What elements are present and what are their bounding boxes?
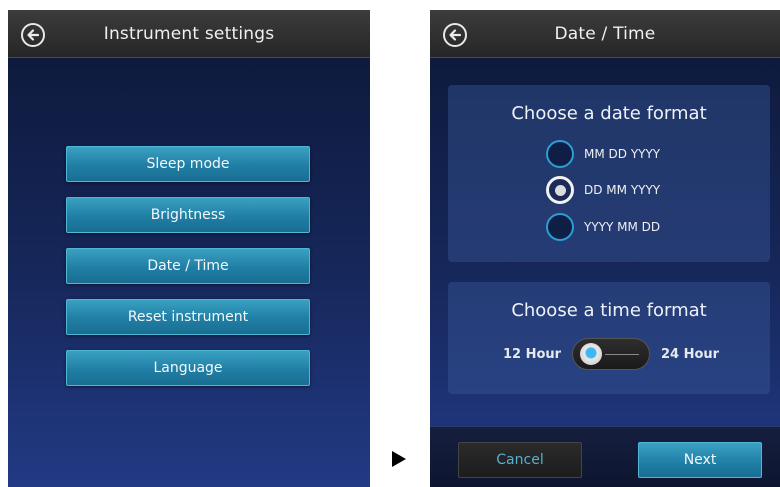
back-arrow-icon[interactable] (21, 23, 45, 47)
toggle-track (605, 354, 639, 355)
reset-instrument-button[interactable]: Reset instrument (66, 299, 310, 335)
time-format-panel: Choose a time format 12 Hour 24 Hour (448, 282, 770, 394)
footer-bar: Cancel Next (430, 426, 780, 487)
radio-dot-icon (554, 184, 566, 196)
title-bar: Instrument settings (8, 10, 370, 58)
sleep-mode-button[interactable]: Sleep mode (66, 146, 310, 182)
radio-button[interactable] (546, 213, 574, 241)
page-title: Date / Time (554, 23, 656, 44)
cancel-button[interactable]: Cancel (458, 442, 582, 478)
12-hour-label: 12 Hour (503, 347, 562, 362)
next-button[interactable]: Next (638, 442, 762, 478)
back-arrow-icon[interactable] (443, 23, 467, 47)
date-option-dd-mm-yyyy[interactable]: DD MM YYYY (546, 176, 660, 204)
language-button[interactable]: Language (66, 350, 310, 386)
date-format-panel: Choose a date format MM DD YYYY DD MM YY… (448, 85, 770, 262)
title-bar: Date / Time (430, 10, 780, 58)
radio-label: DD MM YYYY (584, 183, 661, 197)
page-title: Instrument settings (103, 23, 275, 44)
right-triangle-arrow-icon (392, 451, 406, 467)
date-time-button[interactable]: Date / Time (66, 248, 310, 284)
toggle-knob[interactable] (580, 343, 602, 365)
24-hour-label: 24 Hour (661, 347, 720, 362)
radio-label: MM DD YYYY (584, 147, 661, 161)
date-option-yyyy-mm-dd[interactable]: YYYY MM DD (546, 213, 660, 241)
date-format-heading: Choose a date format (511, 103, 707, 124)
time-format-toggle[interactable] (572, 338, 650, 370)
date-option-mm-dd-yyyy[interactable]: MM DD YYYY (546, 140, 660, 168)
date-time-screen: Date / Time Choose a date format MM DD Y… (430, 10, 780, 487)
time-format-heading: Choose a time format (511, 300, 707, 321)
brightness-button[interactable]: Brightness (66, 197, 310, 233)
instrument-settings-screen: Instrument settings Sleep mode Brightnes… (8, 10, 370, 487)
radio-button[interactable] (546, 140, 574, 168)
radio-label: YYYY MM DD (584, 220, 661, 234)
radio-button-selected[interactable] (546, 176, 574, 204)
